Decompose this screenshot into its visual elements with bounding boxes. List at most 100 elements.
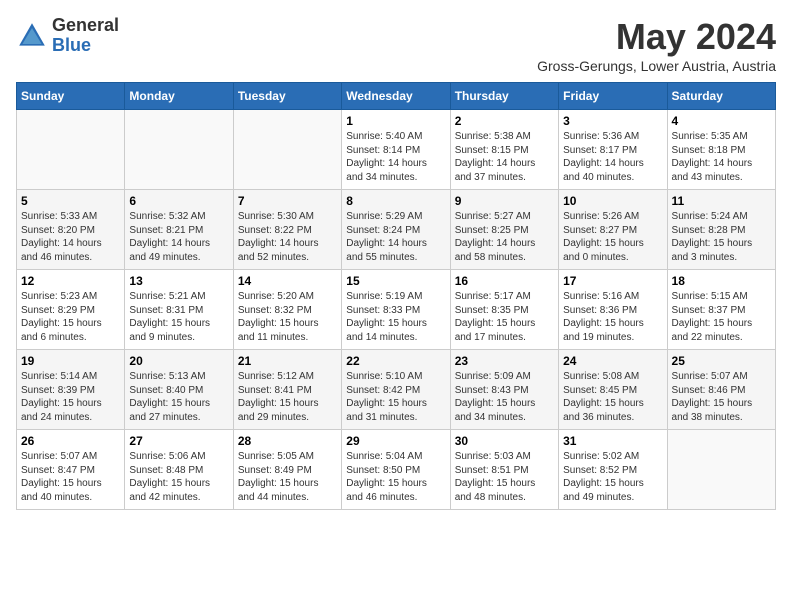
logo-blue: Blue xyxy=(52,36,119,56)
day-number: 1 xyxy=(346,114,445,128)
day-info: Sunrise: 5:20 AM Sunset: 8:32 PM Dayligh… xyxy=(238,290,337,344)
calendar-cell: 2 Sunrise: 5:38 AM Sunset: 8:15 PM Daylig… xyxy=(450,110,558,190)
day-info: Sunrise: 5:27 AM Sunset: 8:25 PM Dayligh… xyxy=(455,210,554,264)
day-info: Sunrise: 5:03 AM Sunset: 8:51 PM Dayligh… xyxy=(455,450,554,504)
calendar-week-row: 5Sunrise: 5:33 AM Sunset: 8:20 PM Daylig… xyxy=(17,190,776,270)
day-info: Sunrise: 5:38 AM Sunset: 8:15 PM Dayligh… xyxy=(455,130,554,184)
calendar-table: SundayMondayTuesdayWednesdayThursdayFrid… xyxy=(16,82,776,510)
day-number: 3 xyxy=(563,114,662,128)
day-info: Sunrise: 5:09 AM Sunset: 8:43 PM Dayligh… xyxy=(455,370,554,424)
day-info: Sunrise: 5:19 AM Sunset: 8:33 PM Dayligh… xyxy=(346,290,445,344)
day-info: Sunrise: 5:07 AM Sunset: 8:46 PM Dayligh… xyxy=(672,370,771,424)
calendar-week-row: 1 Sunrise: 5:40 AM Sunset: 8:14 PM Daylig… xyxy=(17,110,776,190)
calendar-cell: 7 Sunrise: 5:30 AM Sunset: 8:22 PM Daylig… xyxy=(233,190,341,270)
calendar-cell: 1 Sunrise: 5:40 AM Sunset: 8:14 PM Daylig… xyxy=(342,110,450,190)
day-info: Sunrise: 5:14 AM Sunset: 8:39 PM Dayligh… xyxy=(21,370,120,424)
day-info: Sunrise: 5:12 AM Sunset: 8:41 PM Dayligh… xyxy=(238,370,337,424)
day-info: Sunrise: 5:32 AM Sunset: 8:21 PM Dayligh… xyxy=(129,210,228,264)
day-info: Sunrise: 5:26 AM Sunset: 8:27 PM Dayligh… xyxy=(563,210,662,264)
location-subtitle: Gross-Gerungs, Lower Austria, Austria xyxy=(537,58,776,74)
calendar-cell: 31Sunrise: 5:02 AM Sunset: 8:52 PM Dayli… xyxy=(559,430,667,510)
day-info: Sunrise: 5:02 AM Sunset: 8:52 PM Dayligh… xyxy=(563,450,662,504)
calendar-cell: 23Sunrise: 5:09 AM Sunset: 8:43 PM Dayli… xyxy=(450,350,558,430)
day-number: 18 xyxy=(672,274,771,288)
column-header-friday: Friday xyxy=(559,83,667,110)
calendar-cell: 10 Sunrise: 5:26 AM Sunset: 8:27 PM Dayli… xyxy=(559,190,667,270)
calendar-cell: 26Sunrise: 5:07 AM Sunset: 8:47 PM Dayli… xyxy=(17,430,125,510)
day-number: 4 xyxy=(672,114,771,128)
day-number: 19 xyxy=(21,354,120,368)
day-number: 10 xyxy=(563,194,662,208)
day-number: 20 xyxy=(129,354,228,368)
day-number: 22 xyxy=(346,354,445,368)
day-info: Sunrise: 5:30 AM Sunset: 8:22 PM Dayligh… xyxy=(238,210,337,264)
day-info: Sunrise: 5:15 AM Sunset: 8:37 PM Dayligh… xyxy=(672,290,771,344)
day-number: 21 xyxy=(238,354,337,368)
logo-icon xyxy=(16,20,48,52)
day-number: 17 xyxy=(563,274,662,288)
title-area: May 2024 Gross-Gerungs, Lower Austria, A… xyxy=(537,16,776,74)
calendar-cell: 24 Sunrise: 5:08 AM Sunset: 8:45 PM Dayli… xyxy=(559,350,667,430)
calendar-cell xyxy=(233,110,341,190)
day-info: Sunrise: 5:05 AM Sunset: 8:49 PM Dayligh… xyxy=(238,450,337,504)
day-number: 6 xyxy=(129,194,228,208)
day-info: Sunrise: 5:17 AM Sunset: 8:35 PM Dayligh… xyxy=(455,290,554,344)
day-number: 27 xyxy=(129,434,228,448)
calendar-cell: 17Sunrise: 5:16 AM Sunset: 8:36 PM Dayli… xyxy=(559,270,667,350)
day-number: 24 xyxy=(563,354,662,368)
day-number: 12 xyxy=(21,274,120,288)
day-number: 11 xyxy=(672,194,771,208)
day-number: 30 xyxy=(455,434,554,448)
calendar-cell: 4 Sunrise: 5:35 AM Sunset: 8:18 PM Daylig… xyxy=(667,110,775,190)
calendar-cell: 20 Sunrise: 5:13 AM Sunset: 8:40 PM Dayli… xyxy=(125,350,233,430)
day-number: 9 xyxy=(455,194,554,208)
month-title: May 2024 xyxy=(537,16,776,58)
day-number: 8 xyxy=(346,194,445,208)
calendar-cell: 3 Sunrise: 5:36 AM Sunset: 8:17 PM Daylig… xyxy=(559,110,667,190)
column-header-saturday: Saturday xyxy=(667,83,775,110)
page-header: General Blue May 2024 Gross-Gerungs, Low… xyxy=(16,16,776,74)
day-info: Sunrise: 5:07 AM Sunset: 8:47 PM Dayligh… xyxy=(21,450,120,504)
calendar-cell: 8 Sunrise: 5:29 AM Sunset: 8:24 PM Daylig… xyxy=(342,190,450,270)
day-number: 13 xyxy=(129,274,228,288)
logo-text: General Blue xyxy=(52,16,119,56)
day-number: 25 xyxy=(672,354,771,368)
calendar-cell: 14Sunrise: 5:20 AM Sunset: 8:32 PM Dayli… xyxy=(233,270,341,350)
calendar-cell: 18 Sunrise: 5:15 AM Sunset: 8:37 PM Dayli… xyxy=(667,270,775,350)
calendar-cell: 16 Sunrise: 5:17 AM Sunset: 8:35 PM Dayli… xyxy=(450,270,558,350)
day-info: Sunrise: 5:29 AM Sunset: 8:24 PM Dayligh… xyxy=(346,210,445,264)
day-number: 29 xyxy=(346,434,445,448)
day-info: Sunrise: 5:35 AM Sunset: 8:18 PM Dayligh… xyxy=(672,130,771,184)
calendar-cell: 11 Sunrise: 5:24 AM Sunset: 8:28 PM Dayli… xyxy=(667,190,775,270)
day-number: 16 xyxy=(455,274,554,288)
column-header-tuesday: Tuesday xyxy=(233,83,341,110)
calendar-cell: 30 Sunrise: 5:03 AM Sunset: 8:51 PM Dayli… xyxy=(450,430,558,510)
column-header-thursday: Thursday xyxy=(450,83,558,110)
calendar-week-row: 19 Sunrise: 5:14 AM Sunset: 8:39 PM Dayli… xyxy=(17,350,776,430)
day-info: Sunrise: 5:04 AM Sunset: 8:50 PM Dayligh… xyxy=(346,450,445,504)
calendar-cell: 21 Sunrise: 5:12 AM Sunset: 8:41 PM Dayli… xyxy=(233,350,341,430)
day-number: 7 xyxy=(238,194,337,208)
day-info: Sunrise: 5:24 AM Sunset: 8:28 PM Dayligh… xyxy=(672,210,771,264)
calendar-cell: 13 Sunrise: 5:21 AM Sunset: 8:31 PM Dayli… xyxy=(125,270,233,350)
day-info: Sunrise: 5:06 AM Sunset: 8:48 PM Dayligh… xyxy=(129,450,228,504)
day-info: Sunrise: 5:13 AM Sunset: 8:40 PM Dayligh… xyxy=(129,370,228,424)
day-number: 5 xyxy=(21,194,120,208)
logo: General Blue xyxy=(16,16,119,56)
day-info: Sunrise: 5:08 AM Sunset: 8:45 PM Dayligh… xyxy=(563,370,662,424)
column-header-monday: Monday xyxy=(125,83,233,110)
calendar-cell: 22Sunrise: 5:10 AM Sunset: 8:42 PM Dayli… xyxy=(342,350,450,430)
day-info: Sunrise: 5:40 AM Sunset: 8:14 PM Dayligh… xyxy=(346,130,445,184)
day-number: 2 xyxy=(455,114,554,128)
day-info: Sunrise: 5:21 AM Sunset: 8:31 PM Dayligh… xyxy=(129,290,228,344)
calendar-cell xyxy=(17,110,125,190)
day-info: Sunrise: 5:36 AM Sunset: 8:17 PM Dayligh… xyxy=(563,130,662,184)
calendar-cell: 28Sunrise: 5:05 AM Sunset: 8:49 PM Dayli… xyxy=(233,430,341,510)
calendar-cell: 9 Sunrise: 5:27 AM Sunset: 8:25 PM Daylig… xyxy=(450,190,558,270)
calendar-cell: 27 Sunrise: 5:06 AM Sunset: 8:48 PM Dayli… xyxy=(125,430,233,510)
column-header-wednesday: Wednesday xyxy=(342,83,450,110)
calendar-cell: 29 Sunrise: 5:04 AM Sunset: 8:50 PM Dayli… xyxy=(342,430,450,510)
calendar-cell: 19 Sunrise: 5:14 AM Sunset: 8:39 PM Dayli… xyxy=(17,350,125,430)
calendar-cell xyxy=(667,430,775,510)
calendar-week-row: 26Sunrise: 5:07 AM Sunset: 8:47 PM Dayli… xyxy=(17,430,776,510)
